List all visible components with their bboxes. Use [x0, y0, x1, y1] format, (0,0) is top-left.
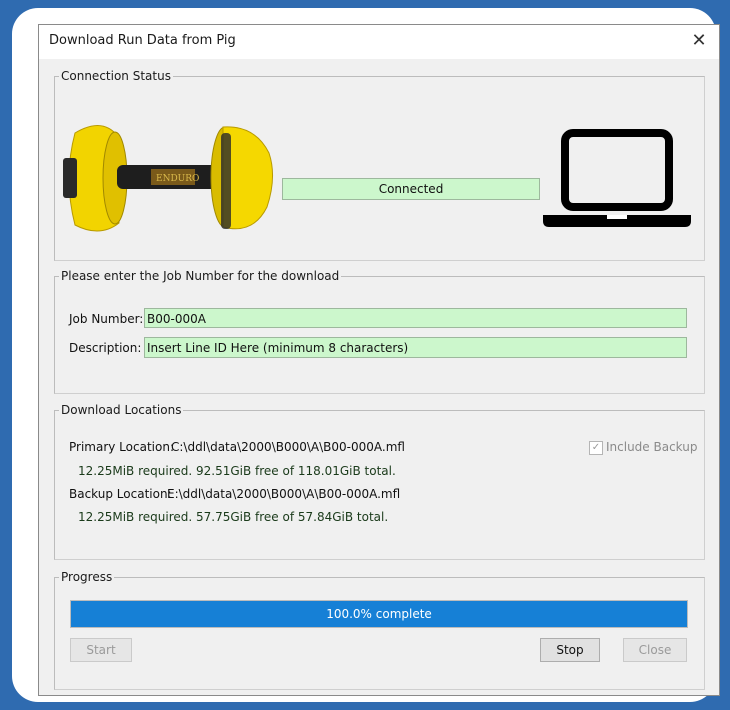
description-input[interactable]: Insert Line ID Here (minimum 8 character…: [144, 337, 687, 358]
include-backup-checkbox[interactable]: ✓: [589, 441, 603, 455]
description-label: Description:: [69, 341, 142, 355]
job-number-legend: Please enter the Job Number for the down…: [61, 269, 340, 283]
primary-location-path: C:\ddl\data\2000\B000\A\B00-000A.mfl: [171, 440, 405, 454]
progress-group: Progress 100.0% complete Start Stop Clos…: [54, 570, 705, 690]
download-locations-group: Download Locations Primary Location: C:\…: [54, 403, 705, 560]
backup-location-label: Backup Location:: [69, 487, 172, 501]
job-number-group: Please enter the Job Number for the down…: [54, 269, 705, 394]
download-locations-legend: Download Locations: [61, 403, 182, 417]
title-bar: Download Run Data from Pig ✕: [39, 25, 719, 59]
progress-text: 100.0% complete: [326, 607, 432, 621]
job-number-input[interactable]: B00-000A: [144, 308, 687, 328]
backup-location-info: 12.25MiB required. 57.75GiB free of 57.8…: [78, 510, 389, 524]
dialog-title: Download Run Data from Pig: [49, 33, 236, 48]
connection-status-field: Connected: [282, 178, 540, 200]
primary-location-label: Primary Location:: [69, 440, 174, 454]
connection-status-group: Connection Status ENDURO Connected: [54, 69, 705, 261]
download-dialog: Download Run Data from Pig ✕ Connection …: [38, 24, 720, 696]
pig-device-icon: ENDURO: [63, 125, 273, 232]
job-number-label: Job Number:: [69, 312, 144, 326]
pig-brand-label: ENDURO: [156, 174, 199, 184]
close-button[interactable]: Close: [623, 638, 687, 662]
stop-button[interactable]: Stop: [540, 638, 600, 662]
start-button[interactable]: Start: [70, 638, 132, 662]
close-icon[interactable]: ✕: [687, 29, 711, 53]
backup-location-path: E:\ddl\data\2000\B000\A\B00-000A.mfl: [167, 487, 401, 501]
primary-location-info: 12.25MiB required. 92.51GiB free of 118.…: [78, 464, 396, 478]
include-backup-label: Include Backup: [606, 440, 698, 454]
laptop-icon: [543, 129, 691, 227]
checkmark-icon: ✓: [591, 442, 601, 453]
connection-status-legend: Connection Status: [61, 69, 171, 83]
progress-legend: Progress: [61, 570, 113, 584]
progress-bar: 100.0% complete: [70, 600, 688, 628]
